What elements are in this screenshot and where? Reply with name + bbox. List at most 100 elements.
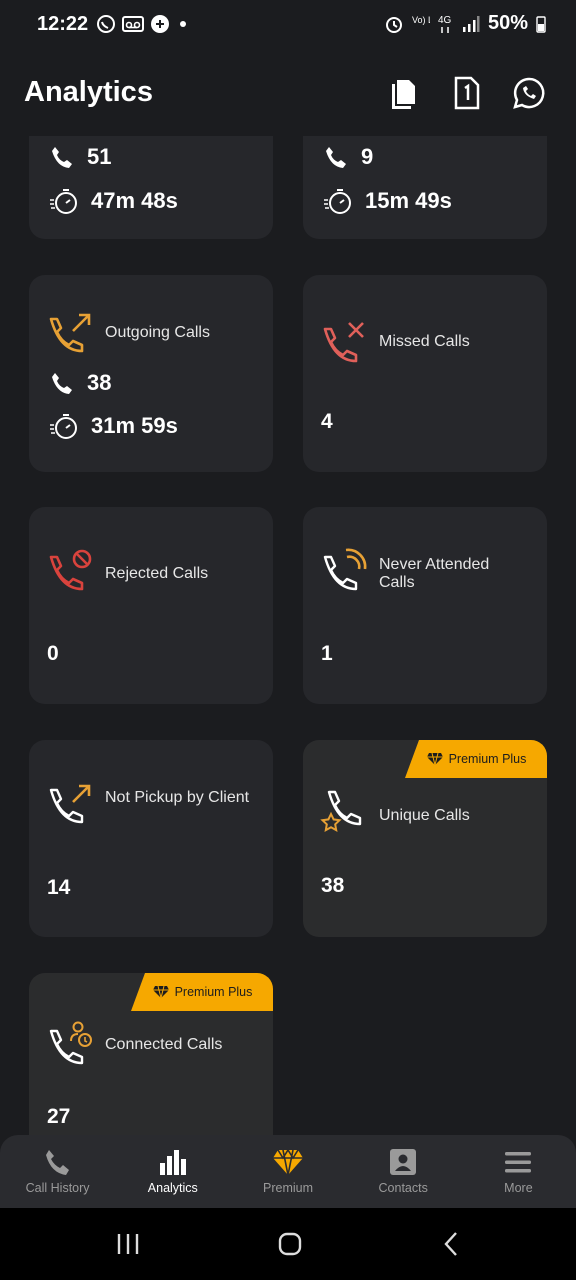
never-attended-calls-card[interactable]: Never Attended Calls 1 [303,507,547,704]
call-count-metric: 9 [323,144,373,170]
call-count-metric: 51 [49,144,111,170]
recent-apps-icon [117,1234,139,1254]
diamond-icon [152,985,169,999]
call-count: 9 [361,144,374,169]
premium-plus-badge[interactable]: Premium Plus [131,973,273,1011]
home-button[interactable] [270,1228,310,1260]
card-title: Connected Calls [105,1036,223,1053]
incoming-calls-card[interactable]: 51 47m 48s [29,136,273,239]
nav-item-more[interactable]: More [461,1135,576,1208]
sim-cards-icon [392,80,415,109]
phone-icon [45,1150,69,1175]
card-title: Missed Calls [379,333,470,350]
contact-card-icon [390,1149,417,1175]
nav-item-premium[interactable]: Premium [230,1135,345,1208]
call-count: 38 [87,370,112,395]
stopwatch-icon [50,189,77,214]
nav-item-contacts[interactable]: Contacts [346,1135,461,1208]
alarm-icon [385,16,402,33]
card-title: Not Pickup by Client [105,789,250,806]
back-icon [444,1232,457,1256]
svg-text:4G: 4G [438,15,452,26]
card-title: Outgoing Calls [105,324,210,341]
volte-icon: Vo) LTE [412,15,430,25]
badge-label: Premium Plus [174,985,253,999]
missed-call-icon [323,322,364,363]
not-pickup-calls-card[interactable]: Not Pickup by Client 14 [29,740,273,937]
connected-call-icon [49,1021,92,1065]
stopwatch-icon [50,414,77,439]
not-pickup-calls-count: 14 [47,876,71,899]
nav-label: More [504,1181,533,1195]
rejected-calls-count: 0 [47,642,59,665]
nav-label: Contacts [378,1181,428,1195]
hamburger-icon [505,1152,532,1173]
home-icon [278,1232,302,1256]
unique-call-icon [320,790,362,832]
rejected-call-icon [49,549,92,591]
badge-label: Premium Plus [448,752,527,766]
4g-icon: 4G [438,15,452,33]
whatsapp-button[interactable] [512,76,546,110]
card-title: Never Attended Calls [379,556,490,591]
system-status-icons: Vo) LTE 4G 50% [384,12,546,35]
missed-calls-count: 4 [321,410,333,433]
nav-label: Premium [263,1181,314,1195]
outgoing-call-icon [49,313,91,353]
call-duration: 31m 59s [91,413,178,438]
diamond-icon [273,1148,303,1176]
call-duration-metric: 15m 49s [323,186,452,216]
header-actions [388,76,546,110]
call-count-metric: 38 [49,370,111,396]
signal-icon [462,15,480,32]
dual-sim-button[interactable] [388,76,422,110]
diamond-icon [426,752,443,766]
phone-icon [326,147,346,168]
never-attended-calls-count: 1 [321,642,333,665]
battery-icon [536,15,546,33]
battery-percent: 50% [487,12,528,34]
dot-icon [180,21,186,27]
call-duration: 15m 49s [365,188,452,213]
status-bar: 12:22 Vo) LTE 4G 50% [0,0,576,50]
missed-calls-card[interactable]: Missed Calls 4 [303,275,547,472]
analytics-content[interactable]: 51 47m 48s 9 15m 49s Outgoing Calls 38 3… [0,136,576,1135]
sim-1-button[interactable] [450,76,484,110]
connected-calls-card[interactable]: Premium Plus Connected Calls 27 [29,973,273,1135]
nav-label: Call History [25,1181,90,1195]
rejected-calls-card[interactable]: Rejected Calls 0 [29,507,273,704]
call-duration-metric: 31m 59s [49,411,178,441]
call-duration: 47m 48s [91,188,178,213]
page-title: Analytics [24,76,153,108]
premium-plus-badge[interactable]: Premium Plus [405,740,547,778]
back-button[interactable] [432,1228,472,1260]
never-attended-call-icon [323,548,367,591]
nav-item-analytics[interactable]: Analytics [115,1135,230,1208]
stopwatch-icon [324,189,351,214]
card-title: Unique Calls [379,807,470,824]
whatsapp-icon [513,77,545,109]
status-time: 12:22 [37,13,89,35]
connected-calls-count: 27 [47,1105,71,1128]
unique-calls-card[interactable]: Premium Plus Unique Calls 38 [303,740,547,937]
app-notification-icon [151,15,169,33]
svg-text:Vo) LTE: Vo) LTE [412,15,430,25]
system-navigation-bar [0,1208,576,1280]
recent-apps-button[interactable] [108,1228,148,1260]
not-pickup-call-icon [49,784,91,824]
bottom-navigation: Call History Analytics Premium Contacts … [0,1135,576,1208]
unique-calls-count: 38 [321,874,345,897]
nav-label: Analytics [147,1181,198,1195]
bar-chart-icon [159,1150,186,1175]
app-header: Analytics [0,50,576,136]
outgoing-calls-card[interactable]: Outgoing Calls 38 31m 59s [29,275,273,472]
received-calls-card[interactable]: 9 15m 49s [303,136,547,239]
card-title: Rejected Calls [105,565,209,582]
whatsapp-notification-icon [97,15,115,33]
voicemail-icon [122,16,144,32]
call-count: 51 [87,144,112,169]
nav-item-call-history[interactable]: Call History [0,1135,115,1208]
phone-icon [52,373,72,394]
phone-icon [52,147,72,168]
call-duration-metric: 47m 48s [49,186,178,216]
